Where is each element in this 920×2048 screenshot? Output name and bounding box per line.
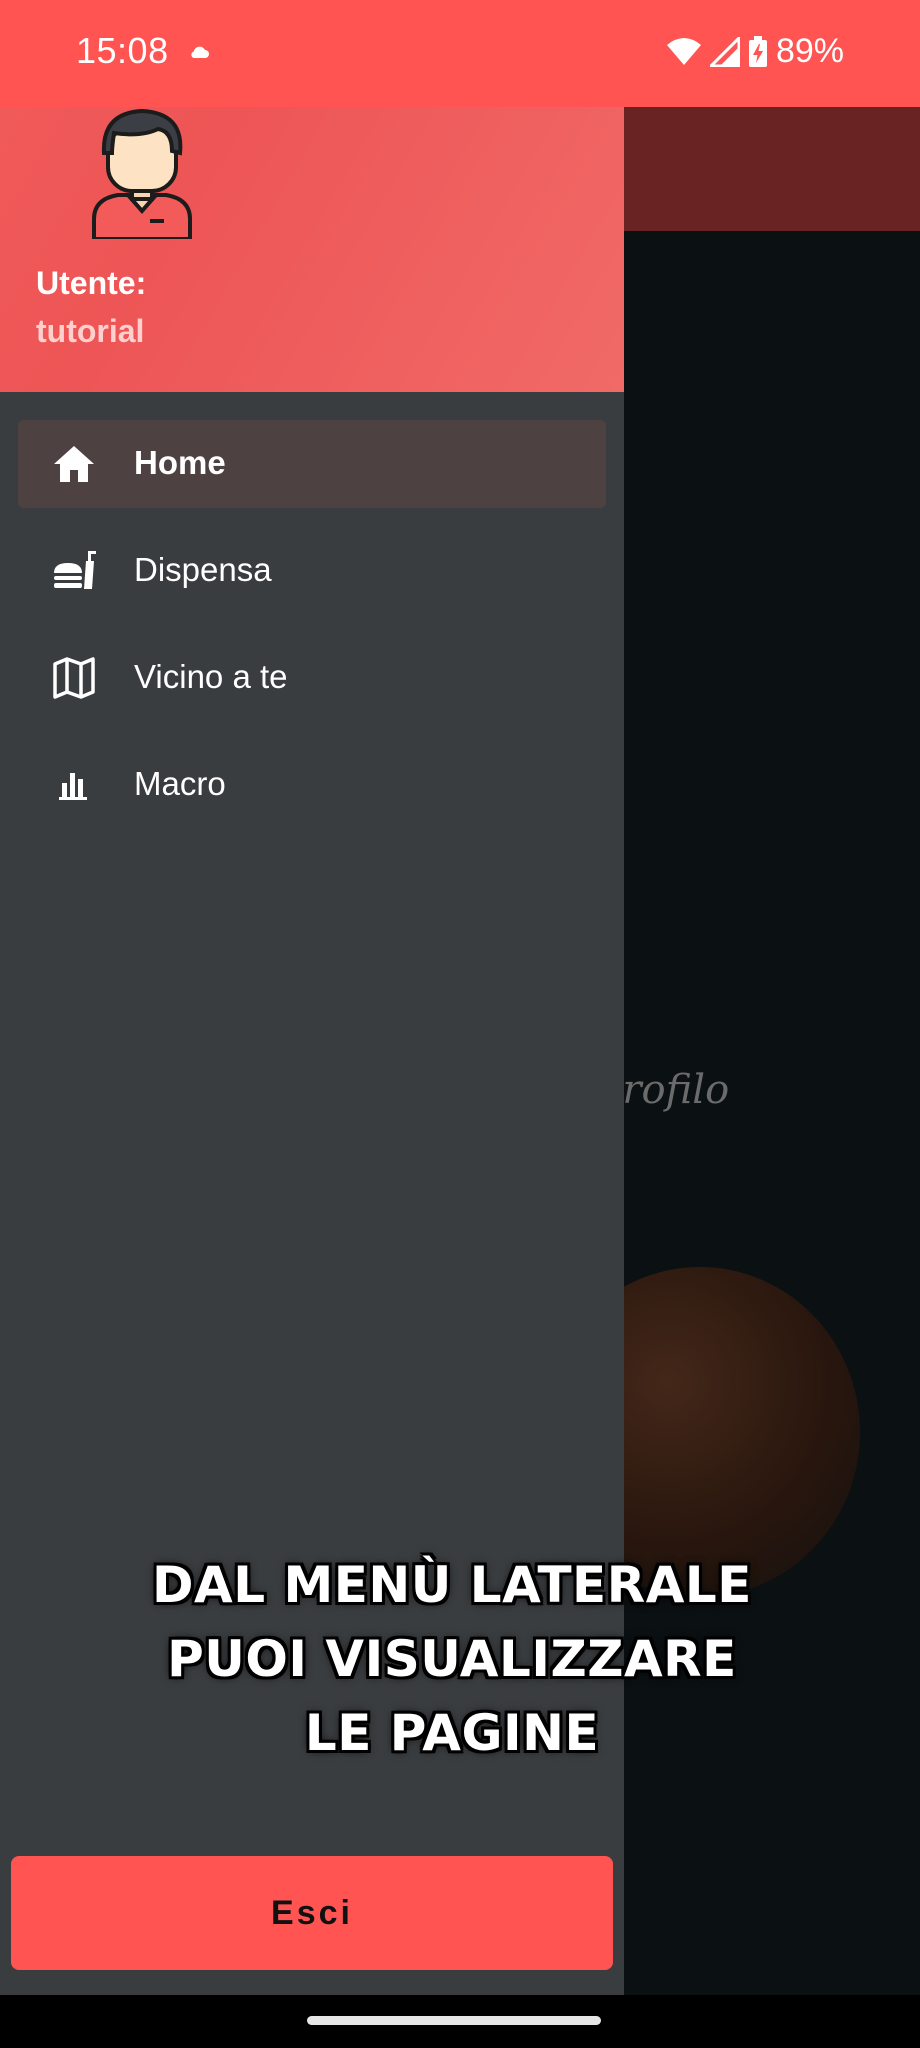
tutorial-caption-line-2: PUOI VISUALIZZARE — [167, 1630, 737, 1688]
bar-chart-icon — [59, 773, 87, 800]
menu-label-home: Home — [134, 444, 226, 481]
menu-item-dispensa[interactable]: Dispensa — [18, 527, 606, 615]
tutorial-caption: DAL MENÙ LATERALE PUOI VISUALIZZARE LE P… — [0, 1548, 904, 1770]
status-indicators: 89% — [666, 32, 844, 71]
menu-item-macro[interactable]: Macro — [18, 741, 606, 829]
user-avatar-icon — [92, 108, 192, 239]
status-bar: 15:08 89% — [0, 0, 920, 107]
exit-button[interactable]: Esci — [11, 1856, 613, 1970]
gesture-handle[interactable] — [307, 2016, 601, 2025]
status-time: 15:08 — [76, 30, 169, 71]
user-label: Utente: — [36, 265, 147, 301]
menu-item-vicino-a-te[interactable]: Vicino a te — [18, 634, 606, 722]
wifi-icon — [666, 37, 701, 65]
home-icon — [54, 446, 94, 482]
map-icon — [53, 657, 95, 699]
tutorial-caption-line-1: DAL MENÙ LATERALE — [152, 1556, 752, 1614]
menu-label-dispensa: Dispensa — [134, 551, 272, 588]
fastfood-icon — [54, 551, 96, 589]
cloud-icon — [191, 46, 209, 58]
signal-icon — [709, 36, 740, 67]
menu-label-vicino-a-te: Vicino a te — [134, 658, 288, 695]
battery-percent: 89% — [775, 32, 844, 70]
battery-charging-icon — [748, 35, 767, 67]
username: tutorial — [36, 313, 145, 349]
menu-item-home[interactable]: Home — [18, 420, 606, 508]
system-navigation-bar — [0, 1995, 920, 2048]
tutorial-caption-line-3: LE PAGINE — [304, 1704, 600, 1762]
menu-label-macro: Macro — [134, 765, 226, 802]
drawer-header: Utente: tutorial — [0, 107, 624, 392]
